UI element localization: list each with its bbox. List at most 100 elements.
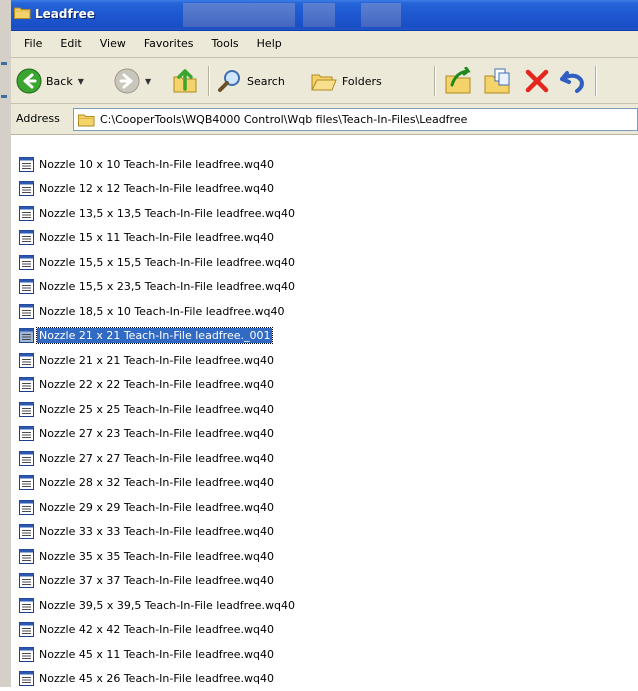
file-list: Nozzle 10 x 10 Teach-In-File leadfree.wq… (11, 152, 638, 691)
file-icon (19, 328, 34, 343)
file-list-item[interactable]: Nozzle 35 x 35 Teach-In-File leadfree.wq… (11, 544, 638, 569)
forward-dropdown-icon[interactable]: ▼ (145, 77, 151, 86)
file-list-item[interactable]: Nozzle 27 x 27 Teach-In-File leadfree.wq… (11, 446, 638, 471)
file-list-item[interactable]: Nozzle 21 x 21 Teach-In-File leadfree.wq… (11, 348, 638, 373)
menu-tools[interactable]: Tools (203, 31, 248, 57)
file-list-item[interactable]: Nozzle 42 x 42 Teach-In-File leadfree.wq… (11, 618, 638, 643)
file-icon (19, 598, 34, 613)
window-title: Leadfree (35, 7, 95, 21)
file-list-item[interactable]: Nozzle 18,5 x 10 Teach-In-File leadfree.… (11, 299, 638, 324)
file-list-item[interactable]: Nozzle 33 x 33 Teach-In-File leadfree.wq… (11, 520, 638, 545)
back-label: Back (46, 75, 73, 88)
forward-button[interactable]: ▼ (114, 67, 151, 95)
file-name: Nozzle 18,5 x 10 Teach-In-File leadfree.… (37, 304, 286, 319)
copy-to-button[interactable] (483, 67, 513, 95)
address-input[interactable]: C:\CooperTools\WQB4000 Control\Wqb files… (73, 108, 638, 131)
file-name: Nozzle 37 x 37 Teach-In-File leadfree.wq… (37, 573, 276, 588)
file-name: Nozzle 15,5 x 15,5 Teach-In-File leadfre… (37, 255, 297, 270)
file-list-item[interactable]: Nozzle 28 x 32 Teach-In-File leadfree.wq… (11, 471, 638, 496)
file-name: Nozzle 28 x 32 Teach-In-File leadfree.wq… (37, 475, 276, 490)
file-list-item[interactable]: Nozzle 45 x 11 Teach-In-File leadfree.wq… (11, 642, 638, 667)
file-list-item[interactable]: Nozzle 27 x 23 Teach-In-File leadfree.wq… (11, 422, 638, 447)
file-icon (19, 622, 34, 637)
undo-icon (559, 68, 587, 94)
file-icon (19, 451, 34, 466)
menu-favorites[interactable]: Favorites (135, 31, 203, 57)
up-folder-icon (171, 67, 199, 95)
folders-button[interactable]: Folders (310, 67, 382, 95)
delete-button[interactable] (524, 67, 550, 95)
file-name: Nozzle 42 x 42 Teach-In-File leadfree.wq… (37, 622, 276, 637)
file-list-item[interactable]: Nozzle 45 x 26 Teach-In-File leadfree.wq… (11, 667, 638, 691)
undo-button[interactable] (559, 67, 587, 95)
file-list-item[interactable]: Nozzle 25 x 25 Teach-In-File leadfree.wq… (11, 397, 638, 422)
delete-x-icon (524, 68, 550, 94)
file-name: Nozzle 25 x 25 Teach-In-File leadfree.wq… (37, 402, 276, 417)
background-window-mark (1, 62, 7, 65)
back-arrow-icon (16, 68, 42, 94)
search-button[interactable]: Search (217, 67, 285, 95)
file-icon (19, 230, 34, 245)
move-to-folder-icon (444, 67, 474, 95)
file-icon (19, 255, 34, 270)
toolbar-separator (434, 66, 436, 96)
folders-label: Folders (342, 75, 382, 88)
title-bar-shade (303, 3, 335, 27)
menu-help[interactable]: Help (248, 31, 291, 57)
background-window-mark (1, 95, 7, 98)
file-icon (19, 279, 34, 294)
file-name: Nozzle 10 x 10 Teach-In-File leadfree.wq… (37, 157, 276, 172)
file-icon (19, 671, 34, 686)
file-icon (19, 500, 34, 515)
file-icon (19, 647, 34, 662)
file-list-item[interactable]: Nozzle 15 x 11 Teach-In-File leadfree.wq… (11, 226, 638, 251)
file-name: Nozzle 22 x 22 Teach-In-File leadfree.wq… (37, 377, 276, 392)
file-list-item[interactable]: Nozzle 39,5 x 39,5 Teach-In-File leadfre… (11, 593, 638, 618)
folders-icon (310, 68, 338, 94)
file-icon (19, 549, 34, 564)
file-list-item[interactable]: Nozzle 15,5 x 23,5 Teach-In-File leadfre… (11, 275, 638, 300)
file-name: Nozzle 27 x 27 Teach-In-File leadfree.wq… (37, 451, 276, 466)
folder-icon (14, 6, 31, 19)
up-folder-button[interactable] (171, 67, 199, 95)
menu-edit[interactable]: Edit (51, 31, 90, 57)
file-list-item[interactable]: Nozzle 10 x 10 Teach-In-File leadfree.wq… (11, 152, 638, 177)
file-icon (19, 304, 34, 319)
file-list-item[interactable]: Nozzle 12 x 12 Teach-In-File leadfree.wq… (11, 177, 638, 202)
file-name: Nozzle 35 x 35 Teach-In-File leadfree.wq… (37, 549, 276, 564)
file-list-item[interactable]: Nozzle 29 x 29 Teach-In-File leadfree.wq… (11, 495, 638, 520)
address-path: C:\CooperTools\WQB4000 Control\Wqb files… (100, 113, 467, 126)
file-list-item[interactable]: Nozzle 21 x 21 Teach-In-File leadfree._0… (11, 324, 638, 349)
file-icon (19, 377, 34, 392)
title-bar[interactable]: Leadfree (11, 0, 638, 31)
file-list-item[interactable]: Nozzle 15,5 x 15,5 Teach-In-File leadfre… (11, 250, 638, 275)
file-icon (19, 475, 34, 490)
file-name: Nozzle 33 x 33 Teach-In-File leadfree.wq… (37, 524, 276, 539)
file-name: Nozzle 39,5 x 39,5 Teach-In-File leadfre… (37, 598, 297, 613)
file-name: Nozzle 13,5 x 13,5 Teach-In-File leadfre… (37, 206, 297, 221)
file-name: Nozzle 45 x 11 Teach-In-File leadfree.wq… (37, 647, 276, 662)
folder-icon (78, 113, 95, 127)
file-name: Nozzle 12 x 12 Teach-In-File leadfree.wq… (37, 181, 276, 196)
address-bar: Address C:\CooperTools\WQB4000 Control\W… (11, 104, 638, 135)
file-icon (19, 181, 34, 196)
file-icon (19, 157, 34, 172)
toolbar-separator (208, 66, 210, 96)
title-bar-shade (361, 3, 401, 27)
back-button[interactable]: Back ▼ (16, 67, 84, 95)
file-icon (19, 524, 34, 539)
file-list-item[interactable]: Nozzle 13,5 x 13,5 Teach-In-File leadfre… (11, 201, 638, 226)
file-list-item[interactable]: Nozzle 22 x 22 Teach-In-File leadfree.wq… (11, 373, 638, 398)
file-name: Nozzle 21 x 21 Teach-In-File leadfree._0… (37, 328, 272, 343)
file-name: Nozzle 45 x 26 Teach-In-File leadfree.wq… (37, 671, 276, 686)
back-dropdown-icon[interactable]: ▼ (78, 77, 84, 86)
file-name: Nozzle 27 x 23 Teach-In-File leadfree.wq… (37, 426, 276, 441)
menu-bar: File Edit View Favorites Tools Help (11, 31, 638, 58)
address-label: Address (16, 112, 60, 125)
menu-view[interactable]: View (91, 31, 135, 57)
file-icon (19, 206, 34, 221)
menu-file[interactable]: File (15, 31, 51, 57)
file-list-item[interactable]: Nozzle 37 x 37 Teach-In-File leadfree.wq… (11, 569, 638, 594)
move-to-button[interactable] (444, 67, 474, 95)
forward-arrow-icon (114, 68, 140, 94)
